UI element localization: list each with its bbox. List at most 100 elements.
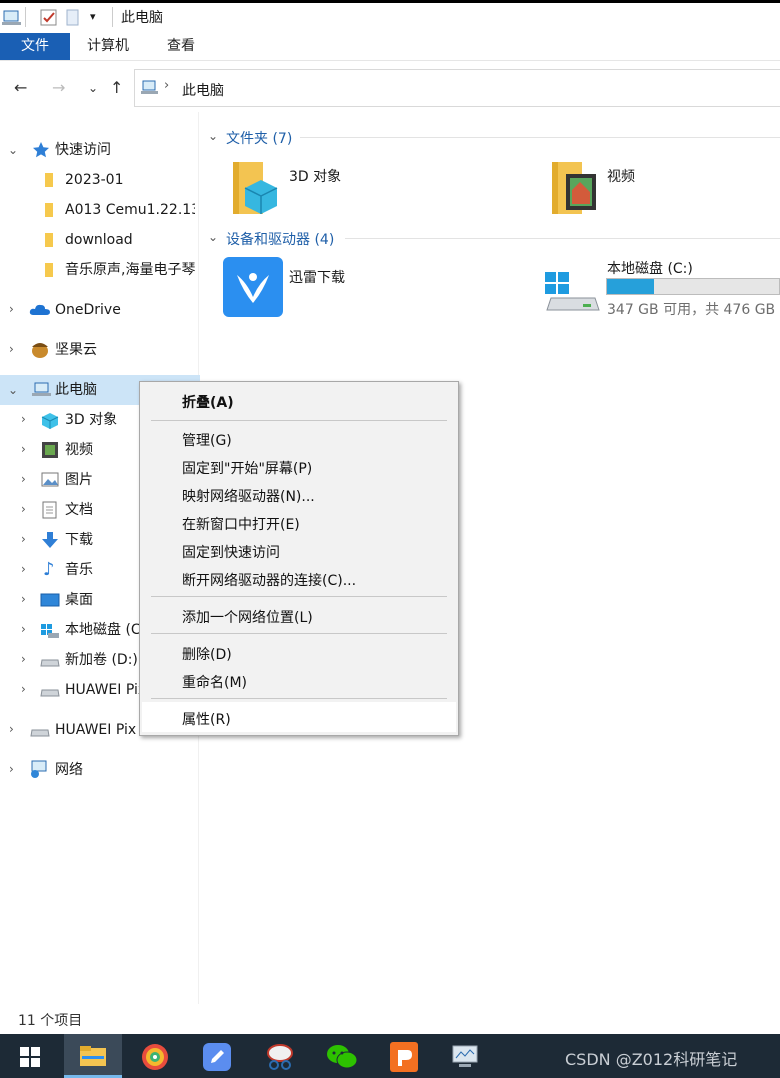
section-divider <box>300 137 780 138</box>
expand-chevron-icon[interactable]: ⌄ <box>8 143 18 157</box>
collapse-chevron-icon[interactable]: › <box>21 622 26 636</box>
properties-check-icon[interactable] <box>40 9 58 31</box>
menu-rename[interactable]: 重命名(M) <box>182 672 247 692</box>
tab-computer[interactable]: 计算机 <box>87 33 129 60</box>
folder-3d-objects-icon[interactable] <box>231 160 281 220</box>
menu-delete[interactable]: 删除(D) <box>182 644 232 664</box>
drive-icon <box>40 656 60 672</box>
nav-quick-access[interactable]: 快速访问 <box>55 135 111 165</box>
menu-disconnect-network-drive[interactable]: 断开网络驱动器的连接(C)... <box>182 570 356 590</box>
nav-item-2023-01[interactable]: 2023-01 <box>65 165 195 195</box>
nav-jianguoyun[interactable]: 坚果云 <box>55 335 97 365</box>
section-chevron-icon[interactable]: ⌄ <box>208 230 218 244</box>
collapse-chevron-icon[interactable]: › <box>21 472 26 486</box>
local-disk-c-icon[interactable] <box>543 270 601 318</box>
folder-icon <box>44 232 54 252</box>
nav-item-music-soundtrack[interactable]: 音乐原声,海量电子琴 <box>65 255 195 285</box>
address-computer-icon <box>140 80 160 100</box>
folder-icon <box>44 172 54 192</box>
recent-dropdown-icon[interactable]: ⌄ <box>88 81 98 95</box>
folders-section-header[interactable]: 文件夹 (7) <box>226 128 292 148</box>
address-bar[interactable] <box>134 69 780 107</box>
nav-documents[interactable]: 文档 <box>65 495 93 525</box>
tab-view[interactable]: 查看 <box>167 33 195 60</box>
nav-item-cemu[interactable]: A013 Cemu1.22.13 <box>65 195 195 225</box>
collapse-chevron-icon[interactable]: › <box>21 652 26 666</box>
collapse-chevron-icon[interactable]: › <box>9 302 14 316</box>
notes-app-icon[interactable] <box>203 1043 231 1075</box>
menu-properties[interactable]: 属性(R) <box>182 709 231 729</box>
menu-manage[interactable]: 管理(G) <box>182 430 232 450</box>
snipping-tool-icon[interactable] <box>265 1043 295 1075</box>
menu-pin-quick-access[interactable]: 固定到快速访问 <box>182 542 280 562</box>
xunlei-label[interactable]: 迅雷下载 <box>289 267 345 287</box>
collapse-chevron-icon[interactable]: › <box>21 532 26 546</box>
nut-icon <box>29 339 51 363</box>
folder-3d-objects-label[interactable]: 3D 对象 <box>289 166 341 186</box>
collapse-chevron-icon[interactable]: › <box>9 342 14 356</box>
new-folder-icon[interactable] <box>66 9 80 31</box>
address-path[interactable]: 此电脑 <box>182 80 224 100</box>
menu-open-new-window[interactable]: 在新窗口中打开(E) <box>182 514 300 534</box>
status-item-count: 11 个项目 <box>18 1013 83 1029</box>
picture-icon <box>41 472 59 492</box>
collapse-chevron-icon[interactable]: › <box>21 502 26 516</box>
folder-videos-label[interactable]: 视频 <box>607 166 635 186</box>
menu-pin-to-start[interactable]: 固定到"开始"屏幕(P) <box>182 458 312 478</box>
music-note-icon: ♪ <box>43 559 55 580</box>
title-divider <box>112 7 113 27</box>
computer-icon <box>31 382 53 402</box>
nav-local-disk-c[interactable]: 本地磁盘 (C:) <box>65 615 141 645</box>
menu-collapse[interactable]: 折叠(A) <box>182 392 234 412</box>
menu-separator <box>151 420 447 421</box>
collapse-chevron-icon[interactable]: › <box>21 682 26 696</box>
nav-pictures[interactable]: 图片 <box>65 465 93 495</box>
pdf-reader-icon[interactable] <box>390 1042 418 1076</box>
xunlei-app-icon[interactable] <box>223 257 283 321</box>
collapse-chevron-icon[interactable]: › <box>9 722 14 736</box>
film-icon <box>41 441 59 463</box>
devices-section-header[interactable]: 设备和驱动器 (4) <box>226 229 334 249</box>
up-arrow-icon[interactable]: ↑ <box>110 78 123 97</box>
address-chevron-icon: › <box>164 78 170 93</box>
section-divider <box>345 238 780 239</box>
forward-arrow-icon[interactable]: → <box>52 78 65 97</box>
nav-new-volume-d[interactable]: 新加卷 (D:) <box>65 645 141 675</box>
file-explorer-icon[interactable] <box>79 1044 107 1072</box>
nav-network[interactable]: 网络 <box>55 755 83 785</box>
nav-music[interactable]: 音乐 <box>65 555 93 585</box>
wechat-icon[interactable] <box>326 1043 358 1075</box>
qa-divider <box>25 7 26 27</box>
nav-downloads[interactable]: 下载 <box>65 525 93 555</box>
back-arrow-icon[interactable]: ← <box>14 78 27 97</box>
tab-file[interactable]: 文件 <box>0 33 70 60</box>
desktop-icon <box>40 593 60 612</box>
collapse-chevron-icon[interactable]: › <box>21 592 26 606</box>
windows-drive-icon <box>40 623 60 643</box>
nav-onedrive[interactable]: OneDrive <box>55 295 121 325</box>
collapse-chevron-icon[interactable]: › <box>9 762 14 776</box>
collapse-chevron-icon[interactable]: › <box>21 442 26 456</box>
customize-dropdown-icon[interactable]: ▾ <box>90 10 96 23</box>
nav-item-download[interactable]: download <box>65 225 195 255</box>
nav-3d-objects[interactable]: 3D 对象 <box>65 405 117 435</box>
disk-c-free-space: 347 GB 可用，共 476 GB <box>607 302 776 318</box>
collapse-chevron-icon[interactable]: › <box>21 562 26 576</box>
computer-icon <box>2 9 22 31</box>
collapse-chevron-icon[interactable]: › <box>21 412 26 426</box>
expand-chevron-icon[interactable]: ⌄ <box>8 383 18 397</box>
nav-this-pc[interactable]: 此电脑 <box>55 375 97 405</box>
menu-add-network-location[interactable]: 添加一个网络位置(L) <box>182 607 313 627</box>
disk-usage-fill <box>607 279 654 294</box>
nav-huawei-pix[interactable]: HUAWEI Pix <box>55 715 136 745</box>
folder-videos-icon[interactable] <box>550 160 600 220</box>
windows-start-icon[interactable] <box>20 1047 40 1071</box>
nav-desktop[interactable]: 桌面 <box>65 585 93 615</box>
local-disk-c-label[interactable]: 本地磁盘 (C:) <box>607 258 693 278</box>
monitor-app-icon[interactable] <box>451 1044 481 1074</box>
browser-icon[interactable] <box>140 1042 170 1076</box>
menu-map-network-drive[interactable]: 映射网络驱动器(N)... <box>182 486 315 506</box>
section-chevron-icon[interactable]: ⌄ <box>208 129 218 143</box>
nav-huawei-child[interactable]: HUAWEI Pix <box>65 675 141 705</box>
nav-videos[interactable]: 视频 <box>65 435 93 465</box>
